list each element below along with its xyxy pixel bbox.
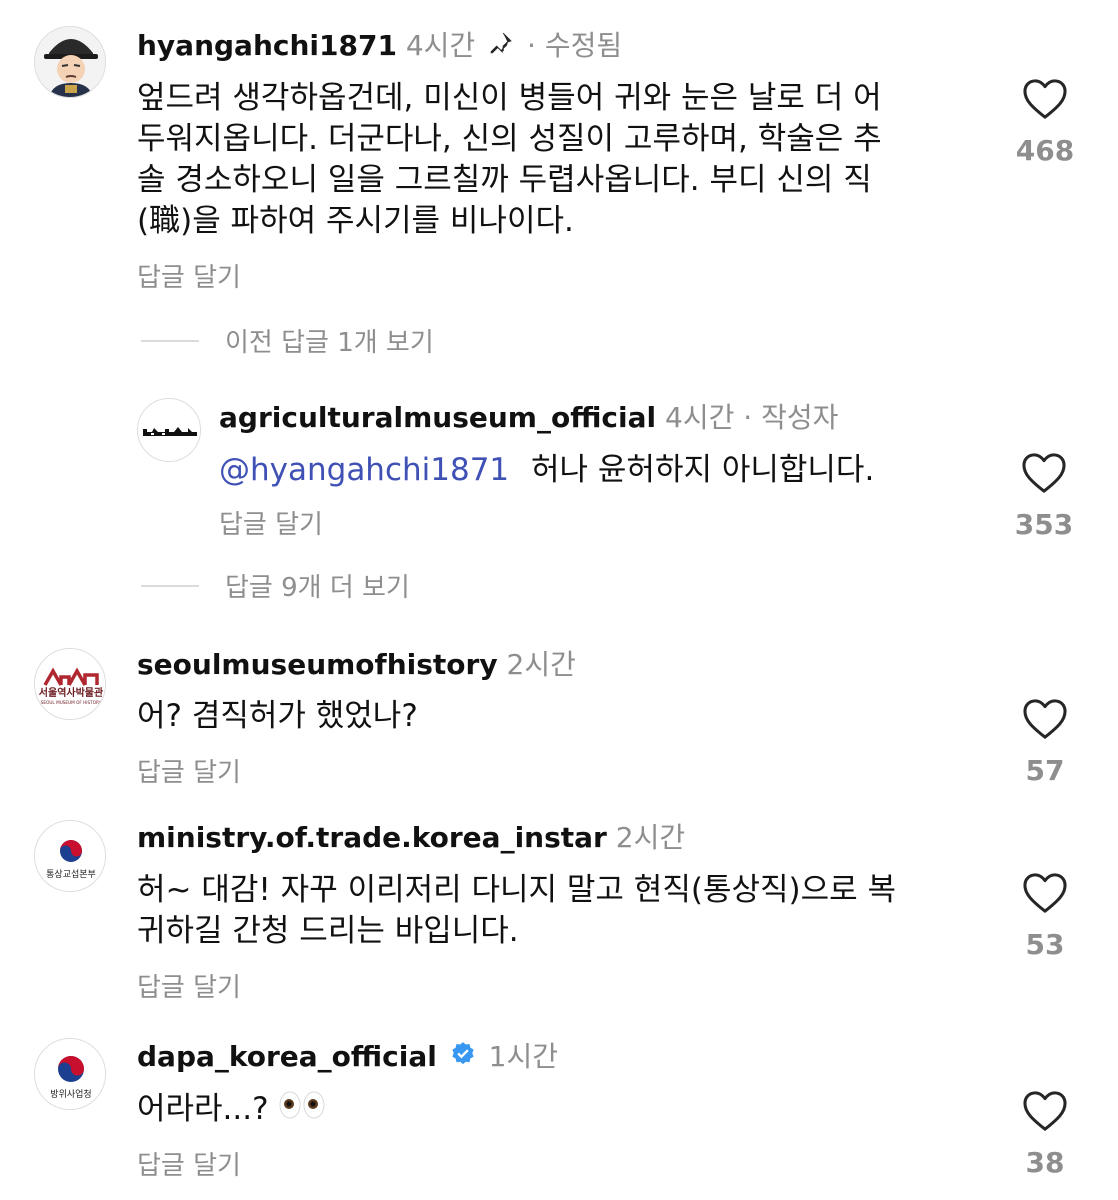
like-button[interactable]: 57	[1000, 698, 1090, 787]
heart-icon[interactable]	[1022, 1090, 1068, 1132]
mention-link[interactable]: @hyangahchi1871	[219, 452, 509, 488]
comment-line: 귀하길 간청 드리는 바입니다.	[137, 913, 519, 949]
comment-time: 4시간	[405, 29, 476, 62]
avatar-seoulmuseumofhistory[interactable]: 서울역사박물관 SEOUL MUSEUM OF HISTORY	[34, 648, 106, 720]
comment-line: 허나 윤허하지 아니합니다.	[531, 452, 875, 488]
comment-line: 엎드려 생각하옵건데, 미신이 병들어 귀와 눈은 날로 더 어	[137, 80, 882, 116]
comment-time: 2시간	[615, 821, 686, 854]
username[interactable]: dapa_korea_official	[137, 1040, 437, 1073]
comment-time: 4시간	[665, 401, 735, 434]
like-count: 468	[1015, 134, 1075, 167]
username[interactable]: ministry.of.trade.korea_instar	[137, 821, 607, 854]
edited-label: 수정됨	[544, 29, 623, 62]
heart-icon[interactable]	[1022, 78, 1068, 120]
avatar-label: 방위사업청	[50, 1089, 91, 1100]
avatar-dapa-korea-official[interactable]: 방위사업청	[34, 1038, 106, 1110]
avatar-label: 서울역사박물관	[39, 686, 104, 699]
avatar-agriculturalmuseum-official[interactable]	[137, 398, 201, 462]
verified-badge-icon	[450, 1041, 476, 1075]
like-count: 57	[1025, 754, 1065, 787]
heart-icon[interactable]	[1022, 872, 1068, 914]
view-more-label: 답글 9개 더 보기	[225, 573, 410, 603]
comment-text: 어? 겸직허가 했었나?	[137, 696, 418, 737]
comment-text: @hyangahchi1871 허나 윤허하지 아니합니다.	[219, 450, 874, 491]
heart-icon[interactable]	[1021, 452, 1067, 494]
like-count: 353	[1014, 508, 1074, 541]
thread-line	[141, 584, 199, 587]
comment-line: 솔 경소하오니 일을 그르칠까 두렵사옵니다. 부디 신의 직	[137, 162, 872, 198]
view-previous-replies[interactable]: 이전 답글 1개 보기	[141, 322, 434, 359]
pin-icon	[488, 30, 514, 64]
like-button[interactable]: 353	[999, 452, 1089, 541]
comment-line: 어? 겸직허가 했었나?	[137, 698, 418, 734]
reply-button[interactable]: 답글 달기	[137, 967, 241, 1004]
avatar-hyangahchi1871[interactable]	[34, 26, 106, 98]
reply-button[interactable]: 답글 달기	[219, 504, 323, 541]
view-previous-label: 이전 답글 1개 보기	[225, 328, 434, 358]
comment-text: 엎드려 생각하옵건데, 미신이 병들어 귀와 눈은 날로 더 어 두워지옵니다.…	[137, 78, 967, 242]
comment-line: 두워지옵니다. 더군다나, 신의 성질이 고루하며, 학술은 추	[137, 121, 882, 157]
avatar-label-en: SEOUL MUSEUM OF HISTORY	[41, 700, 102, 705]
avatar-label: 통상교섭본부	[46, 869, 96, 880]
reply-button[interactable]: 답글 달기	[137, 257, 241, 294]
username[interactable]: hyangahchi1871	[137, 29, 397, 62]
like-button[interactable]: 38	[1000, 1090, 1090, 1179]
reply-button[interactable]: 답글 달기	[137, 1145, 241, 1182]
thread-line	[141, 339, 199, 342]
comment-text: 어라라...?	[137, 1089, 326, 1131]
separator: ·	[527, 29, 536, 62]
username[interactable]: seoulmuseumofhistory	[137, 648, 498, 681]
reply-button[interactable]: 답글 달기	[137, 752, 241, 789]
comment-time: 1시간	[488, 1040, 558, 1073]
like-button[interactable]: 468	[1000, 78, 1090, 167]
author-badge: 작성자	[761, 401, 839, 434]
separator: ·	[743, 401, 753, 434]
comment-line: (職)을 파하여 주시기를 비나이다.	[137, 203, 574, 239]
comment-time: 2시간	[506, 648, 576, 681]
like-button[interactable]: 53	[1000, 872, 1090, 961]
comment-line: 허~ 대감! 자꾸 이리저리 다니지 말고 현직(통상직)으로 복	[137, 872, 897, 908]
comment-text: 허~ 대감! 자꾸 이리저리 다니지 말고 현직(통상직)으로 복 귀하길 간청…	[137, 870, 967, 952]
like-count: 38	[1025, 1146, 1065, 1179]
username[interactable]: agriculturalmuseum_official	[219, 401, 656, 434]
comment-line: 어라라...?	[137, 1091, 269, 1127]
view-more-replies[interactable]: 답글 9개 더 보기	[141, 567, 410, 604]
heart-icon[interactable]	[1022, 698, 1068, 740]
eyes-emoji	[278, 1090, 326, 1131]
avatar-ministry-of-trade[interactable]: 통상교섭본부	[34, 820, 106, 892]
like-count: 53	[1025, 928, 1065, 961]
